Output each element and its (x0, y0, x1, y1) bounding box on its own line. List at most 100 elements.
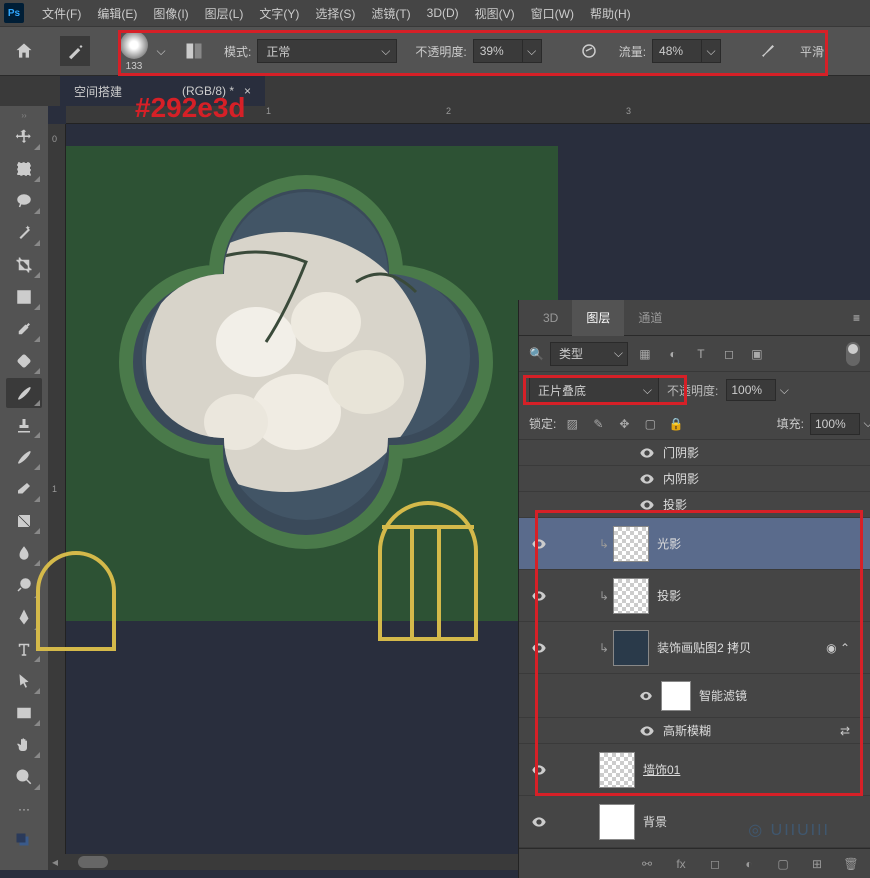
smartobj-indicator[interactable]: ◉ ⌃ (826, 641, 850, 655)
tool-preset-icon[interactable] (60, 36, 90, 66)
menu-filter[interactable]: 滤镜(T) (363, 5, 418, 22)
color-swatch[interactable] (6, 826, 42, 856)
brush-tool[interactable] (6, 378, 42, 408)
history-brush-tool[interactable] (6, 442, 42, 472)
layer-thumbnail[interactable] (599, 804, 635, 840)
filter-pixel-icon[interactable]: ▦ (634, 343, 656, 365)
healing-tool[interactable] (6, 346, 42, 376)
layer-row[interactable]: ↳ 装饰画贴图2 拷贝 ◉ ⌃ (519, 622, 870, 674)
layer-row[interactable]: ↳ 光影 (519, 518, 870, 570)
visibility-icon[interactable] (531, 588, 547, 604)
airbrush-icon[interactable] (756, 39, 780, 63)
eraser-tool[interactable] (6, 474, 42, 504)
menu-select[interactable]: 选择(S) (307, 5, 363, 22)
visibility-icon[interactable] (531, 762, 547, 778)
menu-help[interactable]: 帮助(H) (582, 5, 639, 22)
filter-type-icon[interactable]: T (690, 343, 712, 365)
ruler-tick: 3 (626, 106, 631, 116)
visibility-icon[interactable] (639, 497, 655, 513)
marquee-tool[interactable] (6, 154, 42, 184)
panel-tab-3d[interactable]: 3D (529, 300, 572, 336)
layer-thumbnail[interactable] (599, 752, 635, 788)
scrollbar-thumb[interactable] (78, 856, 108, 868)
lasso-tool[interactable] (6, 186, 42, 216)
layer-effect-row[interactable]: 投影 (519, 492, 870, 518)
lock-pos-icon[interactable]: ✥ (614, 414, 634, 434)
visibility-icon[interactable] (639, 723, 655, 739)
gradient-tool[interactable] (6, 506, 42, 536)
flow-input[interactable]: 48% (652, 39, 702, 63)
opacity-input[interactable]: 39% (473, 39, 523, 63)
mode-select[interactable]: 正常 (257, 39, 397, 63)
visibility-icon[interactable] (531, 640, 547, 656)
frame-tool[interactable] (6, 282, 42, 312)
brush-dropdown-icon[interactable]: ⌵ (154, 44, 168, 58)
layer-filter-row: 🔍 类型 ▦ ◐ T ◻ ▣ (519, 336, 870, 372)
magic-wand-tool[interactable] (6, 218, 42, 248)
layer-thumbnail[interactable] (613, 630, 649, 666)
zoom-tool[interactable] (6, 762, 42, 792)
horizontal-scrollbar[interactable]: ◂ (48, 854, 518, 870)
panel-tab-channels[interactable]: 通道 (624, 300, 676, 336)
visibility-icon[interactable] (639, 689, 653, 703)
crop-tool[interactable] (6, 250, 42, 280)
move-tool[interactable] (6, 122, 42, 152)
layer-thumbnail[interactable] (613, 578, 649, 614)
search-icon[interactable]: 🔍 (529, 347, 544, 361)
menu-image[interactable]: 图像(I) (145, 5, 196, 22)
layer-smartfilter-row[interactable]: 智能滤镜 (519, 674, 870, 718)
clip-indicator-icon: ↳ (599, 537, 609, 551)
menu-window[interactable]: 窗口(W) (523, 5, 582, 22)
menu-layer[interactable]: 图层(L) (197, 5, 252, 22)
visibility-icon[interactable] (639, 445, 655, 461)
blend-mode-select[interactable]: 正片叠底 (529, 377, 659, 403)
canvas-image[interactable] (66, 146, 558, 621)
layer-row[interactable]: ↳ 投影 (519, 570, 870, 622)
layer-effect-row[interactable]: 门阴影 (519, 440, 870, 466)
blur-tool[interactable] (6, 538, 42, 568)
filter-blend-icon[interactable]: ⇄ (840, 724, 850, 738)
menu-3d[interactable]: 3D(D) (419, 6, 467, 20)
home-button[interactable] (8, 35, 40, 67)
layer-opacity-input[interactable]: 100% (726, 379, 776, 401)
menu-view[interactable]: 视图(V) (467, 5, 523, 22)
ruler-vertical[interactable]: 0 1 (48, 124, 66, 870)
layer-name: 装饰画贴图2 拷贝 (657, 639, 751, 656)
layers-panel: 3D 图层 通道 ≡ 🔍 类型 ▦ ◐ T ◻ ▣ 正片叠底 不透明度: 100… (518, 300, 870, 878)
stamp-tool[interactable] (6, 410, 42, 440)
path-select-tool[interactable] (6, 666, 42, 696)
scroll-left-icon[interactable]: ◂ (52, 855, 58, 869)
visibility-icon[interactable] (531, 536, 547, 552)
toolbar-handle[interactable]: ›› (4, 110, 44, 120)
hand-tool[interactable] (6, 730, 42, 760)
menu-text[interactable]: 文字(Y) (251, 5, 307, 22)
brush-panel-icon[interactable] (182, 39, 206, 63)
visibility-icon[interactable] (639, 471, 655, 487)
filter-type-select[interactable]: 类型 (550, 342, 628, 366)
menu-file[interactable]: 文件(F) (34, 5, 89, 22)
fill-input[interactable]: 100% (810, 413, 860, 435)
filter-smart-icon[interactable]: ▣ (746, 343, 768, 365)
layer-thumbnail[interactable] (613, 526, 649, 562)
filter-adjust-icon[interactable]: ◐ (662, 343, 684, 365)
brush-preset[interactable]: 133 (120, 31, 148, 72)
toolbar-more[interactable]: ··· (6, 794, 42, 824)
lock-trans-icon[interactable]: ▨ (562, 414, 582, 434)
filter-toggle[interactable] (846, 342, 860, 366)
layer-filter-row[interactable]: 高斯模糊 ⇄ (519, 718, 870, 744)
lock-all-icon[interactable]: 🔒 (666, 414, 686, 434)
filter-mask-thumbnail[interactable] (661, 681, 691, 711)
layers-list: 门阴影 内阴影 投影 ↳ 光影 ↳ 投影 ↳ (519, 440, 870, 848)
lock-paint-icon[interactable]: ✎ (588, 414, 608, 434)
filter-shape-icon[interactable]: ◻ (718, 343, 740, 365)
visibility-icon[interactable] (531, 814, 547, 830)
rectangle-tool[interactable] (6, 698, 42, 728)
lock-nest-icon[interactable]: ▢ (640, 414, 660, 434)
panel-tab-layers[interactable]: 图层 (572, 300, 624, 336)
menu-edit[interactable]: 编辑(E) (89, 5, 145, 22)
layer-effect-row[interactable]: 内阴影 (519, 466, 870, 492)
layer-row[interactable]: 墙饰01 (519, 744, 870, 796)
pressure-opacity-icon[interactable] (577, 39, 601, 63)
panel-menu-icon[interactable]: ≡ (853, 311, 860, 325)
eyedropper-tool[interactable] (6, 314, 42, 344)
